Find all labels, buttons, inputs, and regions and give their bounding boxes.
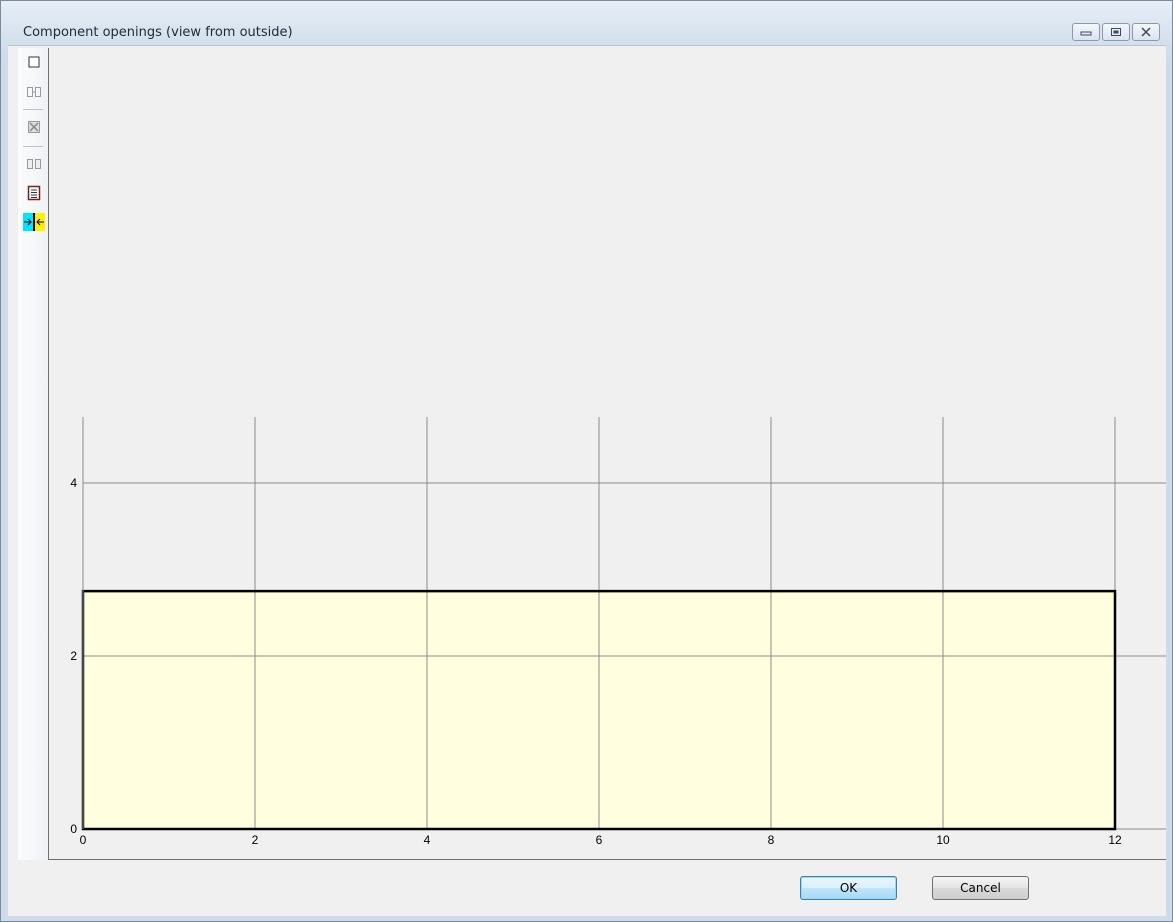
minimize-icon bbox=[1080, 31, 1092, 36]
window-controls bbox=[1072, 23, 1160, 41]
close-icon bbox=[1141, 27, 1151, 37]
split-icon[interactable] bbox=[22, 81, 46, 103]
x-tick-label: 6 bbox=[596, 833, 603, 847]
fit-width-icon[interactable] bbox=[22, 211, 46, 233]
dialog-window: Component openings (view from outside) 0… bbox=[0, 0, 1173, 922]
x-tick-label: 0 bbox=[80, 833, 87, 847]
x-tick-label: 2 bbox=[252, 833, 259, 847]
y-tick-label: 4 bbox=[70, 476, 77, 490]
new-opening-icon[interactable] bbox=[22, 51, 46, 73]
openings-chart[interactable]: 0 2 4 6 8 10 12 0 2 4 bbox=[48, 48, 1166, 860]
ok-button[interactable]: OK bbox=[800, 876, 897, 900]
y-tick-label: 0 bbox=[70, 822, 77, 836]
vertical-toolbar bbox=[18, 48, 50, 860]
title-bar[interactable]: Component openings (view from outside) bbox=[1, 1, 1172, 45]
minimize-button[interactable] bbox=[1072, 23, 1100, 41]
window-title: Component openings (view from outside) bbox=[23, 25, 293, 40]
cancel-button[interactable]: Cancel bbox=[932, 876, 1029, 900]
restore-button[interactable] bbox=[1102, 23, 1130, 41]
openings-chart-svg: 0 2 4 6 8 10 12 0 2 4 bbox=[70, 417, 1166, 847]
dialog-client-area: 0 2 4 6 8 10 12 0 2 4 OK Cancel bbox=[8, 45, 1166, 916]
restore-icon bbox=[1111, 28, 1121, 36]
x-tick-label: 8 bbox=[768, 833, 775, 847]
close-button[interactable] bbox=[1132, 23, 1160, 41]
x-tick-label: 4 bbox=[424, 833, 431, 847]
duplicate-icon[interactable] bbox=[22, 153, 46, 175]
x-tick-label: 10 bbox=[936, 833, 950, 847]
properties-icon[interactable] bbox=[22, 182, 46, 204]
delete-icon[interactable] bbox=[22, 116, 46, 138]
y-tick-label: 2 bbox=[70, 649, 77, 663]
x-tick-label: 12 bbox=[1108, 833, 1122, 847]
